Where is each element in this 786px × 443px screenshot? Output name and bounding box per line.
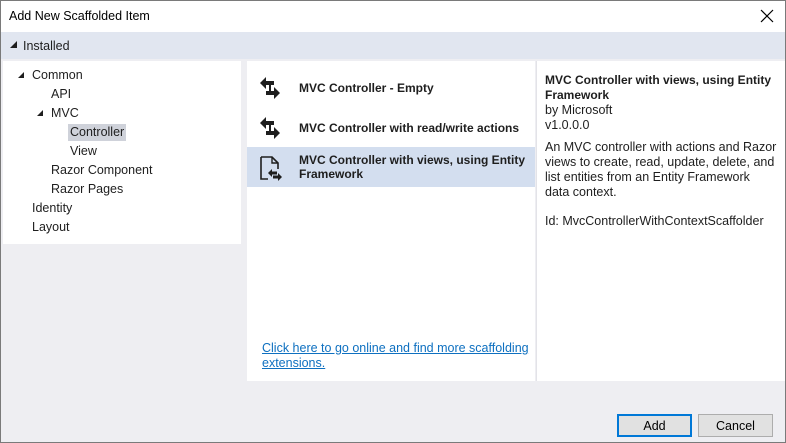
close-icon xyxy=(760,9,774,23)
expanded-triangle-icon xyxy=(10,41,17,48)
tree-item-controller[interactable]: Controller xyxy=(68,124,127,141)
window-title: Add New Scaffolded Item xyxy=(9,9,150,23)
expanded-triangle-icon xyxy=(37,110,43,116)
list-item-mvc-controller-empty[interactable]: MVC Controller - Empty xyxy=(247,67,535,107)
cancel-button[interactable]: Cancel xyxy=(698,414,773,437)
tree-item-razor-pages[interactable]: Razor Pages xyxy=(49,181,125,198)
tree-item-common[interactable]: Common xyxy=(30,67,85,84)
mvc-controller-icon xyxy=(260,117,280,139)
details-pane: MVC Controller with views, using Entity … xyxy=(536,61,785,381)
close-button[interactable] xyxy=(755,5,779,27)
details-author: by Microsoft xyxy=(545,103,613,117)
details-version: v1.0.0.0 xyxy=(545,118,590,132)
list-item-mvc-controller-views-ef[interactable]: MVC Controller with views, using Entity … xyxy=(247,147,535,187)
list-item-mvc-controller-read-write[interactable]: MVC Controller with read/write actions xyxy=(247,107,535,147)
list-item-label: MVC Controller with views, using Entity … xyxy=(299,153,526,181)
list-item-label: MVC Controller with read/write actions xyxy=(299,121,520,135)
tree-item-identity[interactable]: Identity xyxy=(30,200,74,217)
expanded-triangle-icon xyxy=(18,72,24,78)
details-id: Id: MvcControllerWithContextScaffolder xyxy=(545,214,764,228)
scaffolder-list: MVC Controller - Empty MVC Controller wi… xyxy=(247,61,535,381)
details-description: An MVC controller with actions and Razor… xyxy=(545,140,777,199)
category-tree: Common API MVC Controller View Razor Com… xyxy=(3,61,241,244)
mvc-controller-icon xyxy=(260,77,280,99)
tree-item-view[interactable]: View xyxy=(68,143,99,160)
tree-item-mvc[interactable]: MVC xyxy=(49,105,81,122)
details-title: MVC Controller with views, using Entity … xyxy=(545,73,772,102)
add-button[interactable]: Add xyxy=(617,414,692,437)
online-extensions-link[interactable]: Click here to go online and find more sc… xyxy=(262,341,532,371)
tree-item-layout[interactable]: Layout xyxy=(30,219,72,236)
list-item-label: MVC Controller - Empty xyxy=(299,81,434,95)
installed-label: Installed xyxy=(23,39,70,53)
scaffold-dialog: Add New Scaffolded Item Installed Common… xyxy=(0,0,786,443)
mvc-controller-views-icon xyxy=(260,156,282,181)
installed-header[interactable]: Installed xyxy=(1,32,785,59)
tree-item-api[interactable]: API xyxy=(49,86,73,103)
title-bar: Add New Scaffolded Item xyxy=(1,1,785,32)
tree-item-razor-component[interactable]: Razor Component xyxy=(49,162,154,179)
